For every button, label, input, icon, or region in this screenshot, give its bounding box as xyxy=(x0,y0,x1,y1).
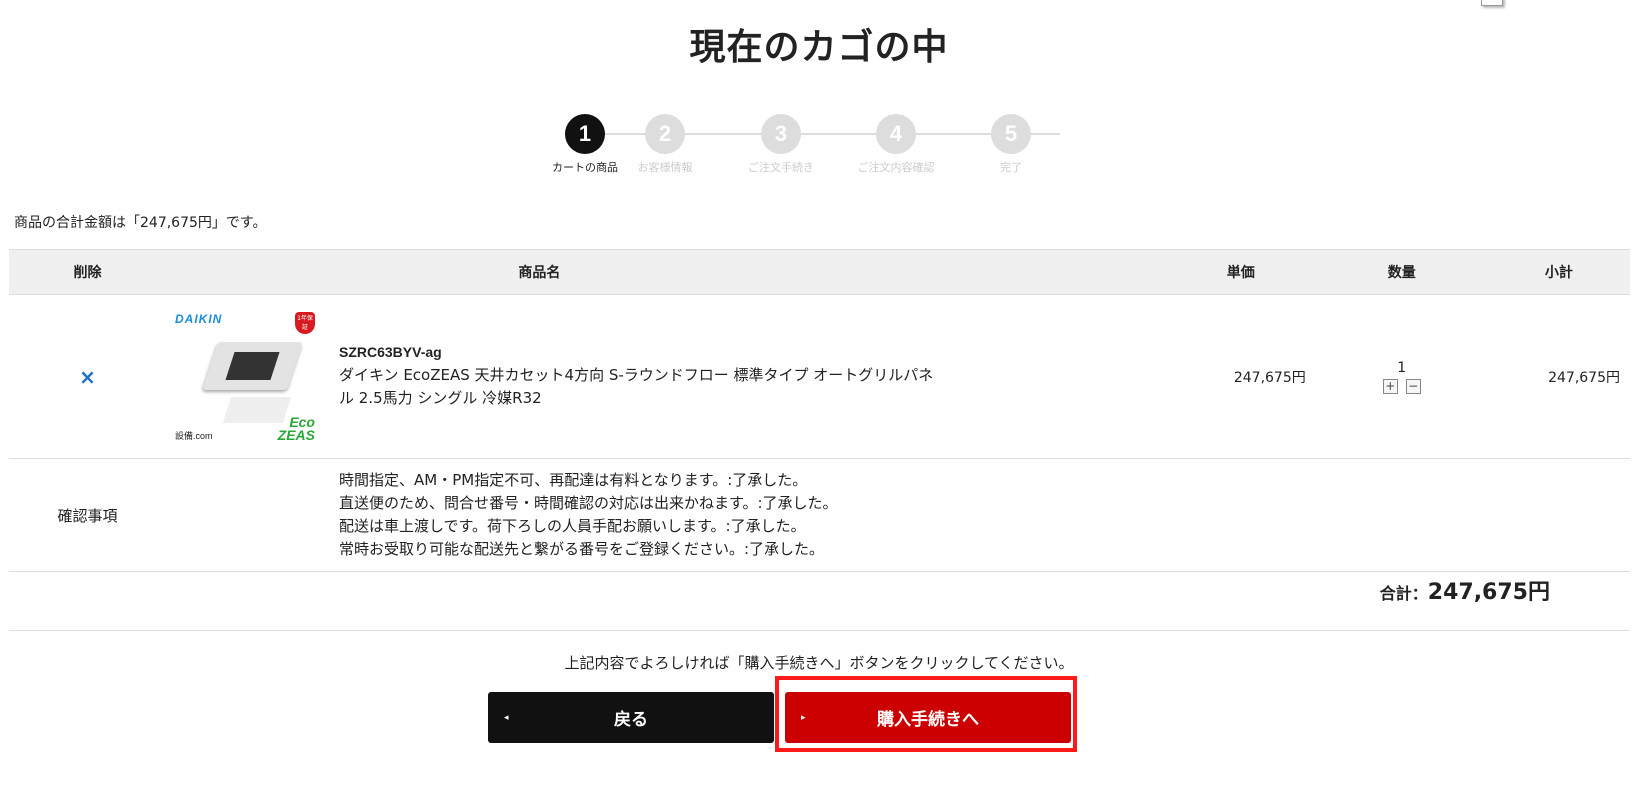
ecozeas-logo-bottom: ZEAS xyxy=(277,426,315,443)
table-header-row: 削除 商品名 単価 数量 小計 xyxy=(9,249,1630,295)
step-3-label: ご注文手続き xyxy=(748,161,814,174)
cart-total-summary: 商品の合計金額は「247,675円」です。 xyxy=(14,215,267,231)
confirm-spacer xyxy=(166,458,338,572)
header-subtotal: 小計 xyxy=(1487,249,1630,295)
unit-grille xyxy=(225,351,280,380)
quantity-plus-button[interactable]: + xyxy=(1382,378,1398,394)
step-5-label: 完了 xyxy=(1000,161,1022,174)
confirm-line-3: 配送は車上渡しです。荷下ろしの人員手配お願いします。:了承した。 xyxy=(339,517,806,535)
quantity-stepper: + − xyxy=(1317,378,1487,394)
step-4-number: 4 xyxy=(876,114,916,154)
instruction-note: 上記内容でよろしければ「購入手続きへ」ボタンをクリックしてください。 xyxy=(564,654,1074,672)
back-button[interactable]: ◂ 戻る xyxy=(488,692,774,743)
confirm-label: 確認事項 xyxy=(9,458,166,572)
product-name-cell: SZRC63BYV-ag ダイキン EcoZEAS 天井カセット4方向 S-ラウ… xyxy=(338,294,1175,459)
grand-total: 合計：247,675円 xyxy=(1380,574,1550,606)
header-unit-price: 単価 xyxy=(1174,249,1316,295)
product-name-link[interactable]: ダイキン EcoZEAS 天井カセット4方向 S-ラウンドフロー 標準タイプ オ… xyxy=(339,364,934,410)
store-logo: 設備.com xyxy=(175,430,213,441)
grand-total-amount: 247,675円 xyxy=(1427,580,1550,605)
step-4-label: ご注文内容確認 xyxy=(857,161,935,174)
step-3-number: 3 xyxy=(761,114,801,154)
step-5-number: 5 xyxy=(991,114,1031,154)
confirm-row: 確認事項 時間指定、AM・PM指定不可、再配達は有料となります。:了承した。 直… xyxy=(9,458,1630,572)
unit-price: 247,675円 xyxy=(1174,294,1316,459)
header-product-name: 商品名 xyxy=(166,249,913,295)
confirm-line-4: 常時お受取り可能な配送先と繋がる番号をご登録ください。:了承した。 xyxy=(339,540,825,558)
step-5: 5 完了 xyxy=(951,114,1071,175)
window-corner-widget xyxy=(1481,0,1503,6)
daikin-logo: DAIKIN xyxy=(175,311,223,326)
highlight-box xyxy=(775,676,1077,752)
quantity-cell: 1 + − xyxy=(1315,294,1488,459)
back-button-label: 戻る xyxy=(614,710,648,730)
delete-item-icon[interactable]: × xyxy=(79,365,96,389)
step-4: 4 ご注文内容確認 xyxy=(836,114,956,175)
left-arrow-icon: ◂ xyxy=(504,712,509,723)
confirm-line-2: 直送便のため、問合せ番号・時間確認の対応は出来かねます。:了承した。 xyxy=(339,494,838,512)
header-spacer xyxy=(912,249,1175,295)
product-image[interactable]: DAIKIN 1年保証 設備.com Eco ZEAS xyxy=(175,311,315,443)
ecozeas-logo: Eco ZEAS xyxy=(277,415,315,443)
page-title: 現在のカゴの中 xyxy=(689,27,949,68)
divider xyxy=(9,630,1630,631)
header-delete: 削除 xyxy=(9,249,166,295)
subtotal: 247,675円 xyxy=(1487,294,1630,459)
delete-cell: × xyxy=(9,294,166,459)
warranty-badge-icon: 1年保証 xyxy=(295,311,315,334)
header-quantity: 数量 xyxy=(1315,249,1488,295)
product-code: SZRC63BYV-ag xyxy=(339,343,442,360)
table-row: × DAIKIN 1年保証 設備.com Eco ZEAS SZRC63BYV-a… xyxy=(9,294,1630,459)
progress-steps: 1 カートの商品 2 お客様情報 3 ご注文手続き 4 ご注文内容確認 5 完了 xyxy=(540,114,1100,174)
step-1-number: 1 xyxy=(565,114,605,154)
confirm-lines: 時間指定、AM・PM指定不可、再配達は有料となります。:了承した。 直送便のため… xyxy=(338,458,1630,572)
grand-total-label: 合計： xyxy=(1379,584,1428,603)
step-3: 3 ご注文手続き xyxy=(721,114,841,175)
product-image-cell: DAIKIN 1年保証 設備.com Eco ZEAS xyxy=(166,294,338,459)
step-2-number: 2 xyxy=(645,114,685,154)
confirm-line-1: 時間指定、AM・PM指定不可、再配達は有料となります。:了承した。 xyxy=(339,471,808,489)
quantity-minus-button[interactable]: − xyxy=(1405,378,1421,394)
quantity-value: 1 xyxy=(1397,359,1407,376)
step-2-label: お客様情報 xyxy=(637,161,693,174)
cart-table: 削除 商品名 単価 数量 小計 × DAIKIN 1年保証 設備.com Eco… xyxy=(9,249,1630,572)
step-2: 2 お客様情報 xyxy=(605,114,725,175)
